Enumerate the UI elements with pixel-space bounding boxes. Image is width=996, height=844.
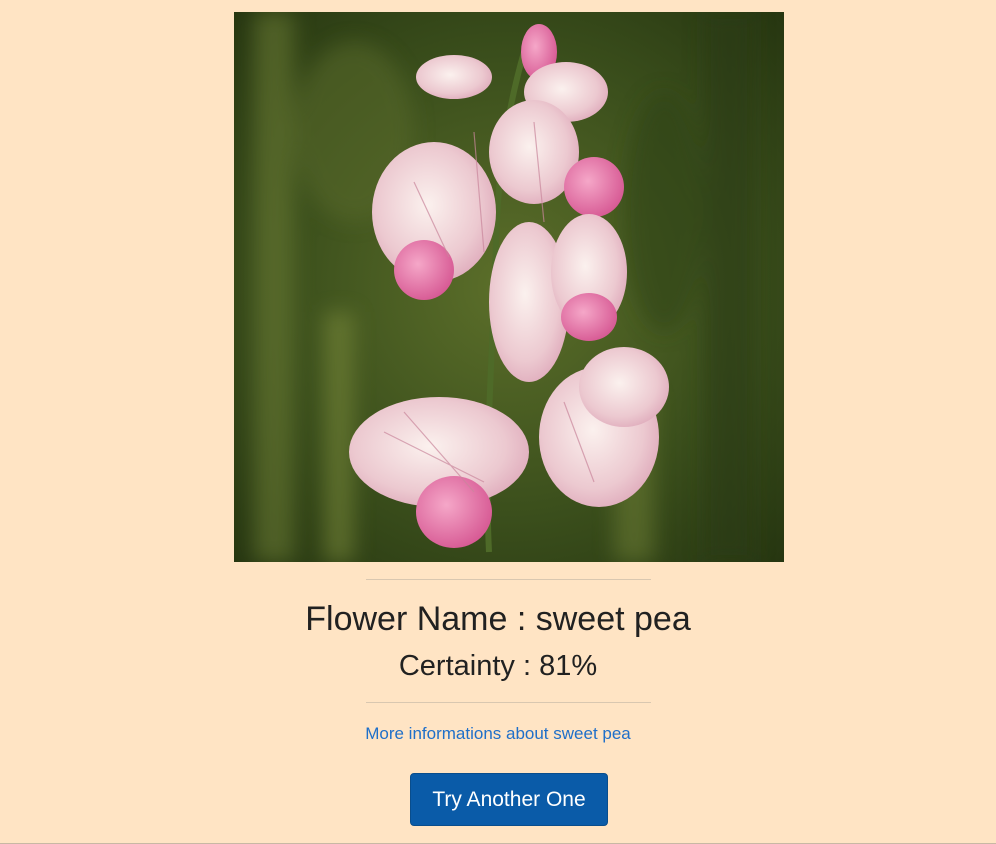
- flower-photo: [234, 12, 784, 562]
- more-info-link[interactable]: More informations about sweet pea: [365, 724, 631, 743]
- divider-top: [366, 579, 651, 580]
- try-another-button[interactable]: Try Another One: [410, 773, 608, 826]
- certainty-text: Certainty : 81%: [398, 650, 598, 682]
- flower-name-title: Flower Name : sweet pea: [305, 600, 691, 638]
- info-link-container: More informations about sweet pea: [0, 723, 996, 745]
- divider-bottom: [366, 702, 651, 703]
- result-page: Flower Name : sweet pea Certainty : 81% …: [0, 0, 996, 844]
